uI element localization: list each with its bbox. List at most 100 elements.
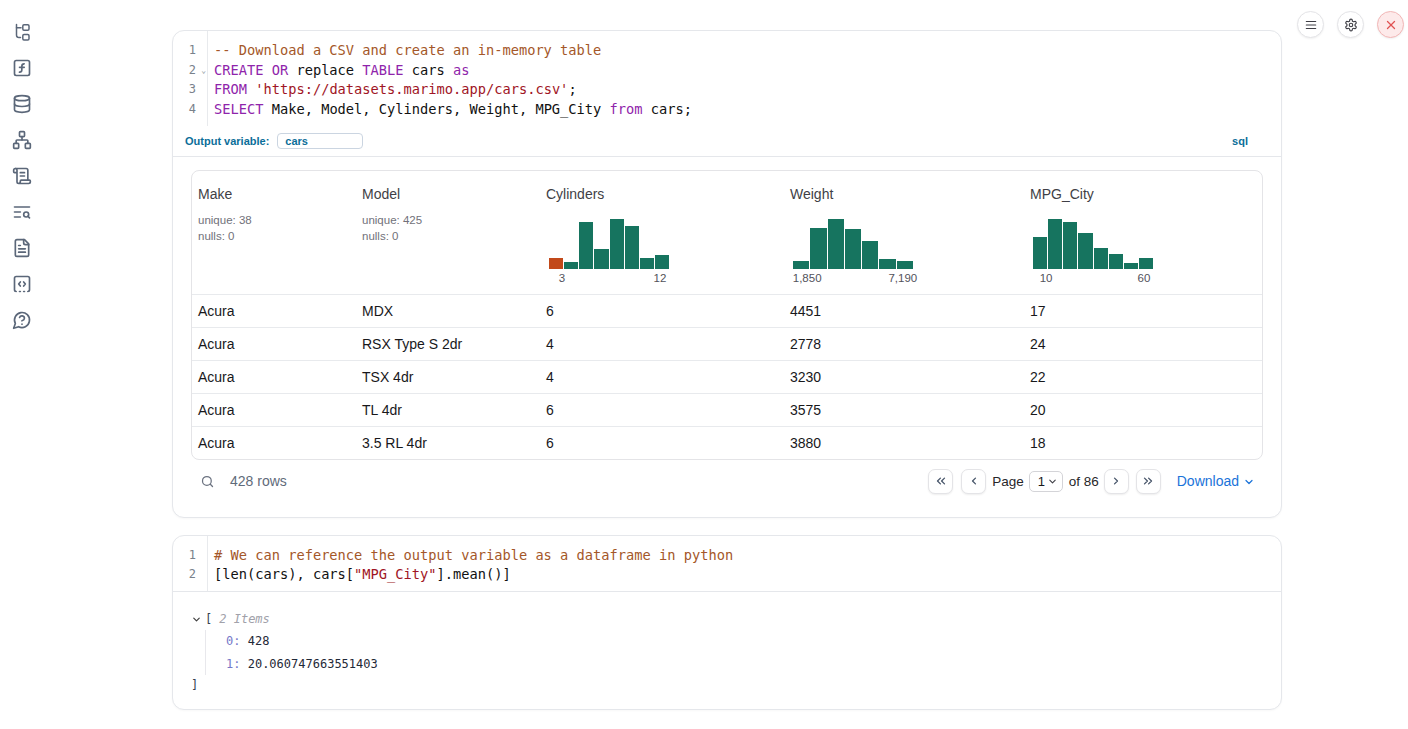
table-output: Makeunique: 38nulls: 0Modelunique: 425nu… — [173, 157, 1281, 460]
table-cell: Acura — [192, 369, 356, 385]
table-cell: 3230 — [784, 369, 1024, 385]
column-histogram[interactable]: 1,8507,190 — [793, 219, 913, 288]
table-cell: 4451 — [784, 303, 1024, 319]
column-header-weight[interactable]: Weight1,8507,190 — [784, 171, 1024, 294]
notebook-cells: 1-- Download a CSV and create an in-memo… — [172, 30, 1282, 710]
snippets-code-icon[interactable] — [11, 273, 33, 295]
table-cell: 2778 — [784, 336, 1024, 352]
table-cell: 3575 — [784, 402, 1024, 418]
code-line[interactable]: 3FROM 'https://datasets.marimo.app/cars.… — [173, 80, 1281, 100]
table-footer: 428 rows Page 1 of 86 — [173, 460, 1281, 517]
table-cell: TSX 4dr — [356, 369, 540, 385]
line-number-gutter: 4 — [173, 100, 207, 120]
table-cell: TL 4dr — [356, 402, 540, 418]
table-cell: 20 — [1024, 402, 1262, 418]
column-header-cylinders[interactable]: Cylinders312 — [540, 171, 784, 294]
notebook-actions — [1297, 11, 1404, 38]
documentation-file-icon[interactable] — [11, 237, 33, 259]
table-cell: Acura — [192, 402, 356, 418]
page-total-label: of 86 — [1069, 474, 1099, 489]
output-variable-input[interactable] — [277, 133, 363, 149]
search-icon[interactable] — [200, 474, 215, 489]
table-row[interactable]: Acura3.5 RL 4dr6388018 — [192, 426, 1262, 459]
column-histogram[interactable]: 312 — [549, 219, 669, 288]
line-number-gutter: 2⌄ — [173, 61, 207, 81]
table-cell: 4 — [540, 369, 784, 385]
table-row[interactable]: AcuraTSX 4dr4323022 — [192, 360, 1262, 393]
python-cell: 1# We can reference the output variable … — [172, 535, 1282, 710]
table-cell: 22 — [1024, 369, 1262, 385]
code-line[interactable]: 2⌄CREATE OR replace TABLE cars as — [173, 61, 1281, 81]
chevron-down-icon — [1243, 476, 1255, 488]
page-select[interactable]: 1 — [1029, 471, 1063, 492]
table-cell: 6 — [540, 303, 784, 319]
line-number-gutter: 3 — [173, 80, 207, 100]
chevron-down-icon — [1047, 476, 1058, 487]
sidebar — [0, 21, 44, 345]
code-line[interactable]: 1-- Download a CSV and create an in-memo… — [173, 41, 1281, 61]
table-row[interactable]: AcuraRSX Type S 2dr4277824 — [192, 327, 1262, 360]
column-header-model[interactable]: Modelunique: 425nulls: 0 — [356, 171, 540, 294]
table-body: AcuraMDX6445117AcuraRSX Type S 2dr427782… — [192, 294, 1262, 459]
sql-code-editor[interactable]: 1-- Download a CSV and create an in-memo… — [173, 31, 1281, 126]
output-list-item: 1: 20.060747663551403 — [226, 653, 1263, 676]
table-header: Makeunique: 38nulls: 0Modelunique: 425nu… — [192, 171, 1262, 294]
sql-cell: 1-- Download a CSV and create an in-memo… — [172, 30, 1282, 518]
column-stats: unique: 425nulls: 0 — [362, 212, 534, 244]
table-cell: RSX Type S 2dr — [356, 336, 540, 352]
table-cell: 6 — [540, 435, 784, 451]
code-line[interactable]: 4SELECT Make, Model, Cylinders, Weight, … — [173, 100, 1281, 120]
output-list-item: 0: 428 — [226, 630, 1263, 653]
fold-chevron-icon[interactable]: ⌄ — [201, 61, 206, 81]
table-row[interactable]: AcuraMDX6445117 — [192, 294, 1262, 327]
table-cell: Acura — [192, 336, 356, 352]
first-page-button[interactable] — [928, 469, 953, 494]
settings-gear-button[interactable] — [1337, 11, 1364, 38]
table-cell: 3.5 RL 4dr — [356, 435, 540, 451]
download-button[interactable]: Download — [1177, 473, 1255, 489]
language-badge: sql — [1232, 135, 1248, 147]
line-number-gutter: 2 — [173, 565, 207, 585]
column-histogram[interactable]: 1060 — [1033, 219, 1153, 288]
file-explorer-icon[interactable] — [11, 21, 33, 43]
code-line[interactable]: 1# We can reference the output variable … — [173, 546, 1281, 566]
next-page-button[interactable] — [1104, 469, 1129, 494]
column-header-mpg_city[interactable]: MPG_City1060 — [1024, 171, 1262, 294]
output-variable-label: Output variable: — [185, 135, 269, 147]
python-output: [ 2 Items 0: 4281: 20.060747663551403 ] — [173, 592, 1281, 709]
table-cell: MDX — [356, 303, 540, 319]
code-line[interactable]: 2[len(cars), cars["MPG_City"].mean()] — [173, 565, 1281, 585]
collapse-chevron-icon[interactable] — [191, 614, 202, 625]
row-count: 428 rows — [230, 473, 287, 489]
output-variable-row: Output variable: sql — [173, 126, 1281, 157]
dependency-graph-icon[interactable] — [11, 129, 33, 151]
table-cell: 6 — [540, 402, 784, 418]
column-header-make[interactable]: Makeunique: 38nulls: 0 — [192, 171, 356, 294]
python-code-editor[interactable]: 1# We can reference the output variable … — [173, 536, 1281, 592]
open-bracket: [ — [205, 612, 212, 626]
scratchpad-scroll-icon[interactable] — [11, 165, 33, 187]
line-number-gutter: 1 — [173, 546, 207, 566]
table-row[interactable]: AcuraTL 4dr6357520 — [192, 393, 1262, 426]
table-cell: Acura — [192, 303, 356, 319]
table-cell: Acura — [192, 435, 356, 451]
help-chat-icon[interactable] — [11, 309, 33, 331]
column-stats: unique: 38nulls: 0 — [198, 212, 350, 244]
table-cell: 4 — [540, 336, 784, 352]
pagination: Page 1 of 86 Download — [928, 469, 1255, 494]
close-bracket: ] — [191, 675, 1263, 695]
prev-page-button[interactable] — [961, 469, 986, 494]
table-cell: 24 — [1024, 336, 1262, 352]
datasources-database-icon[interactable] — [11, 93, 33, 115]
logs-search-icon[interactable] — [11, 201, 33, 223]
page-label: Page — [992, 474, 1024, 489]
line-number-gutter: 1 — [173, 41, 207, 61]
last-page-button[interactable] — [1136, 469, 1161, 494]
table-cell: 18 — [1024, 435, 1262, 451]
menu-button[interactable] — [1297, 11, 1324, 38]
items-count-label: 2 Items — [219, 612, 270, 626]
shutdown-close-button[interactable] — [1377, 11, 1404, 38]
table-cell: 3880 — [784, 435, 1024, 451]
variables-function-icon[interactable] — [11, 57, 33, 79]
table-cell: 17 — [1024, 303, 1262, 319]
